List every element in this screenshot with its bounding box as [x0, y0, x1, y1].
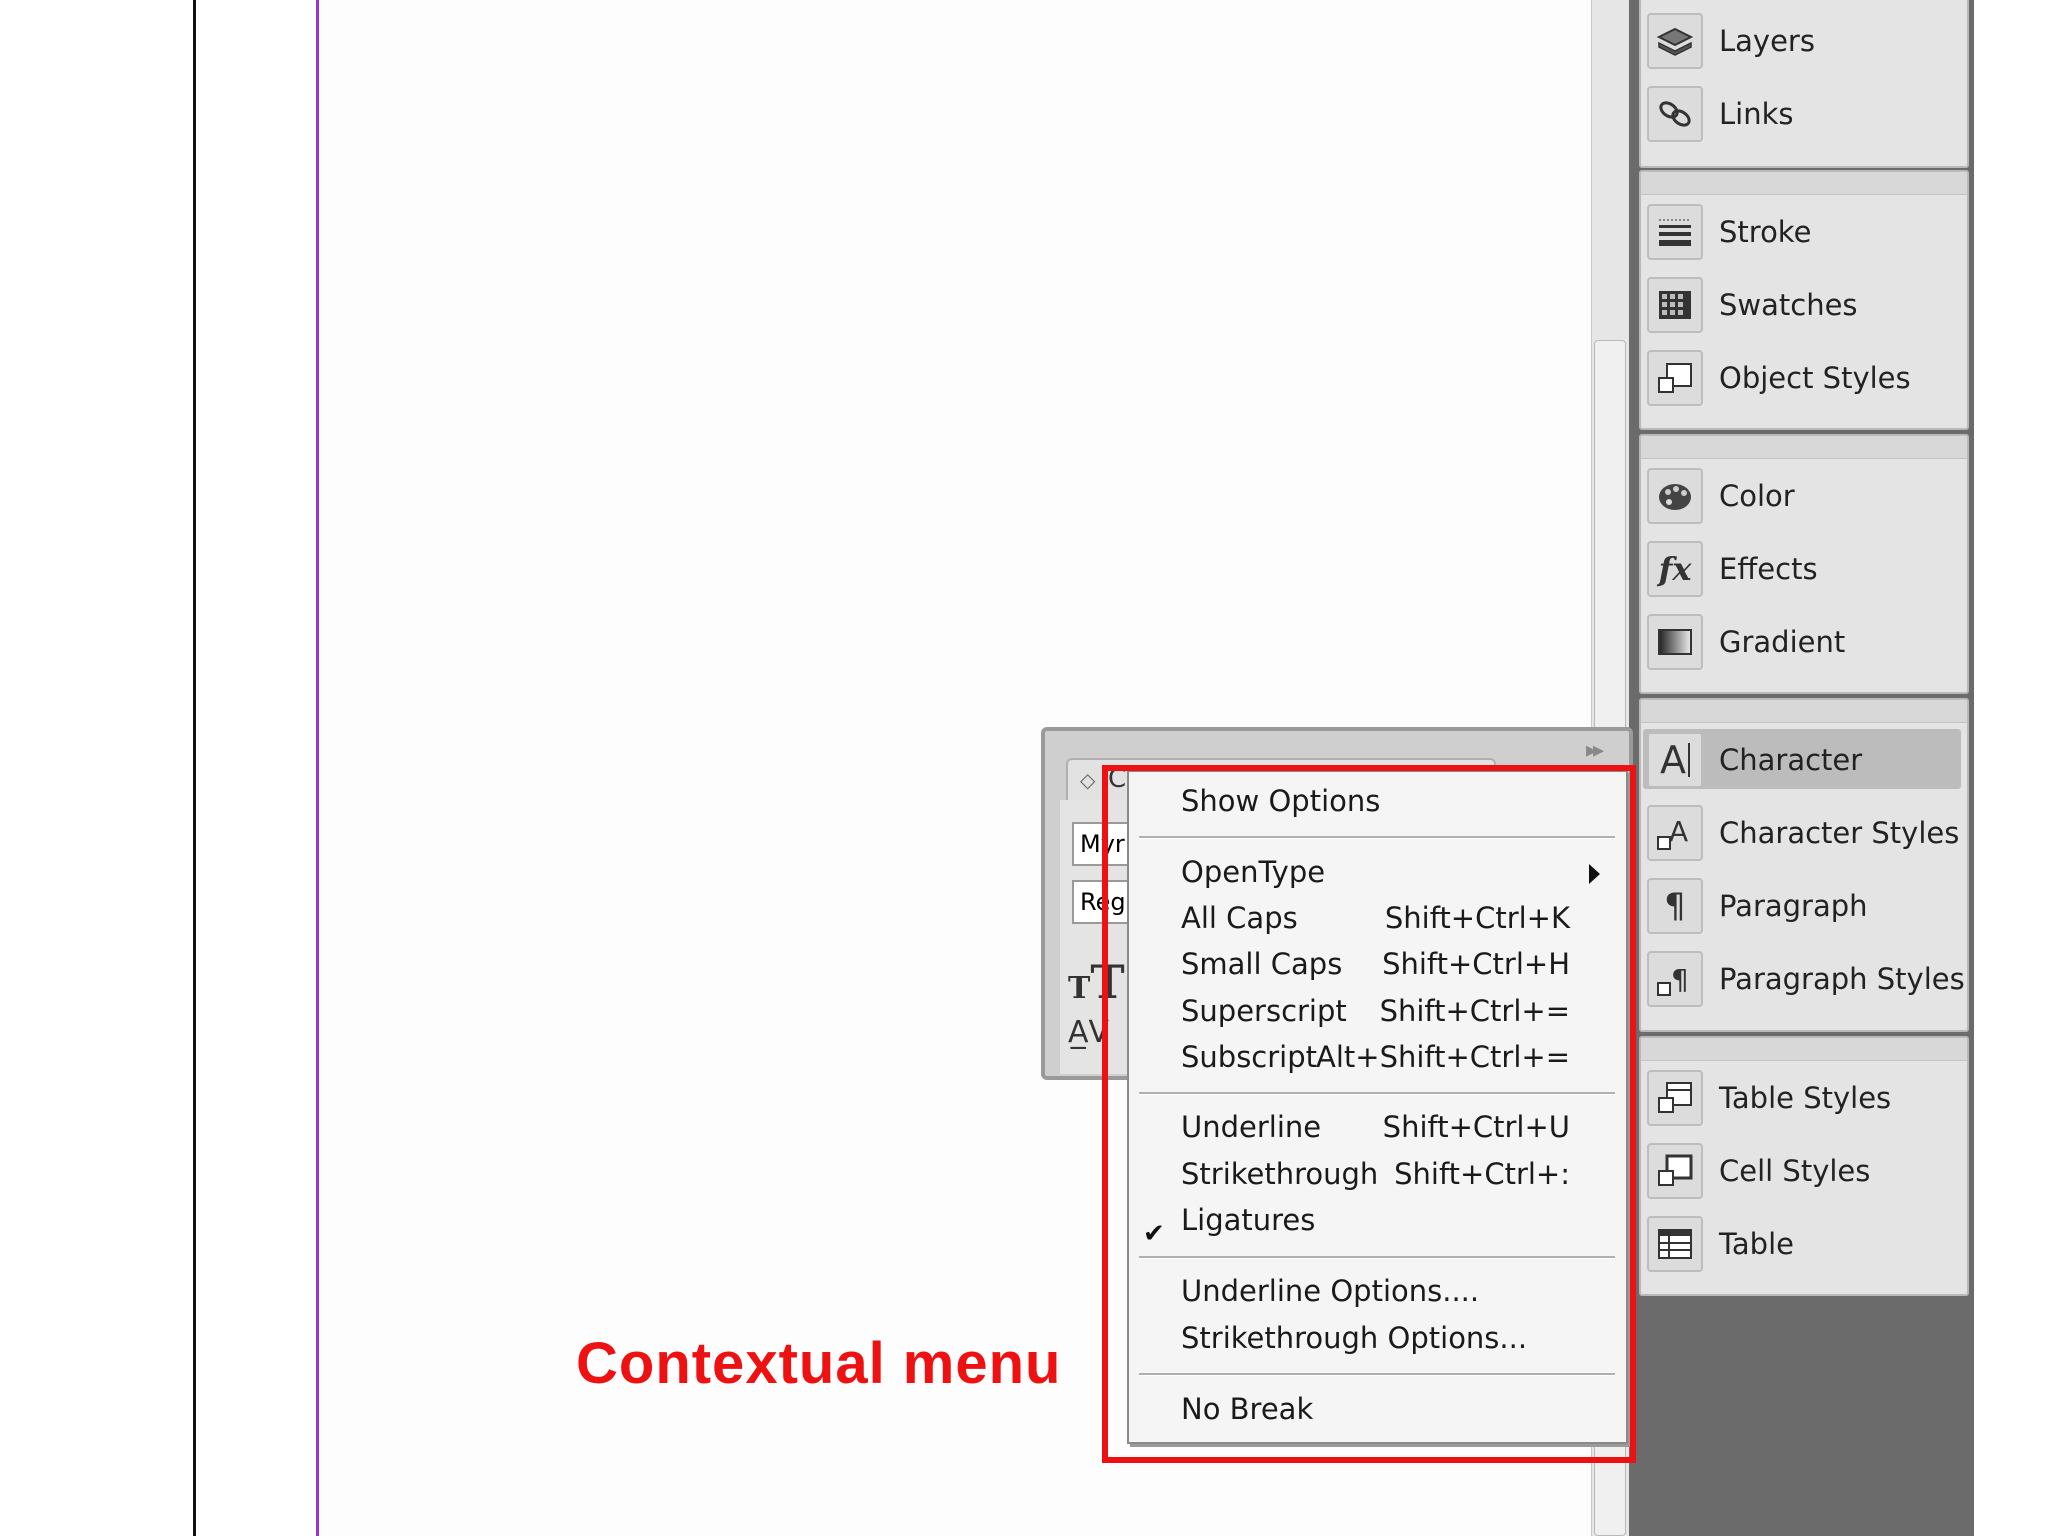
panel-label: Paragraph — [1719, 888, 1868, 923]
panel-item-layers[interactable]: Layers — [1641, 4, 1967, 77]
panel-item-stroke[interactable]: Stroke — [1641, 195, 1967, 268]
panel-label: Gradient — [1719, 624, 1846, 659]
panel-label: Effects — [1719, 551, 1818, 586]
panel-item-cell-styles[interactable]: Cell Styles — [1641, 1134, 1967, 1207]
panel-label: Table Styles — [1719, 1080, 1892, 1115]
table-icon — [1647, 1215, 1703, 1272]
dock-edge — [1974, 0, 2048, 1536]
object-styles-icon — [1647, 349, 1703, 406]
panel-item-character[interactable]: A Character — [1641, 723, 1967, 796]
panel-item-effects[interactable]: fx Effects — [1641, 532, 1967, 605]
panel-group-layers-links: Layers Links — [1639, 0, 1969, 168]
paragraph-styles-icon: ¶ — [1647, 950, 1703, 1007]
panel-group-header[interactable] — [1641, 700, 1967, 723]
panel-group-header[interactable] — [1641, 172, 1967, 195]
panel-group-stroke-swatches: Stroke Swatches Object Styles — [1639, 170, 1969, 430]
svg-text:A: A — [1669, 815, 1688, 848]
stroke-icon — [1647, 203, 1703, 260]
gradient-icon — [1647, 613, 1703, 670]
panel-label: Links — [1719, 96, 1794, 131]
panel-item-paragraph-styles[interactable]: ¶ Paragraph Styles — [1641, 942, 1967, 1015]
character-styles-icon: A — [1647, 804, 1703, 861]
panel-label: Character Styles — [1719, 815, 1960, 850]
panel-label: Layers — [1719, 23, 1815, 58]
fx-icon: fx — [1647, 540, 1703, 597]
swatches-icon — [1647, 276, 1703, 333]
pasteboard — [0, 0, 196, 1536]
panel-label: Swatches — [1719, 287, 1858, 322]
svg-text:¶: ¶ — [1671, 963, 1689, 996]
panel-item-paragraph[interactable]: ¶ Paragraph — [1641, 869, 1967, 942]
panel-group-header[interactable] — [1641, 1038, 1967, 1061]
panel-item-gradient[interactable]: Gradient — [1641, 605, 1967, 678]
panel-item-character-styles[interactable]: A Character Styles — [1641, 796, 1967, 869]
table-styles-icon — [1647, 1069, 1703, 1126]
paragraph-icon: ¶ — [1647, 877, 1703, 934]
annotation-highlight-box — [1102, 765, 1636, 1463]
panel-label: Cell Styles — [1719, 1153, 1871, 1188]
panel-label: Table — [1719, 1226, 1794, 1261]
panel-item-object-styles[interactable]: Object Styles — [1641, 341, 1967, 414]
color-palette-icon — [1647, 467, 1703, 524]
panel-label: Paragraph Styles — [1719, 961, 1965, 996]
panel-group-header[interactable] — [1641, 436, 1967, 459]
panel-label: Object Styles — [1719, 360, 1911, 395]
panel-label: Stroke — [1719, 214, 1812, 249]
panel-group-table: Table Styles Cell Styles Table — [1639, 1036, 1969, 1296]
cell-styles-icon — [1647, 1142, 1703, 1199]
panel-item-links[interactable]: Links — [1641, 77, 1967, 150]
panel-item-table[interactable]: Table — [1641, 1207, 1967, 1280]
links-icon — [1647, 85, 1703, 142]
collapse-panel-icon[interactable]: ▸▸ — [1586, 738, 1604, 763]
panel-item-swatches[interactable]: Swatches — [1641, 268, 1967, 341]
panel-item-color[interactable]: Color — [1641, 459, 1967, 532]
annotation-label: Contextual menu — [576, 1331, 1062, 1396]
tab-grip-icon: ◇ — [1080, 768, 1096, 792]
panel-group-color-effects: Color fx Effects Gradient — [1639, 434, 1969, 694]
character-icon: A — [1647, 731, 1703, 788]
panel-group-character-paragraph: A Character A Character Styles ¶ Paragra… — [1639, 698, 1969, 1032]
panel-label: Character — [1719, 742, 1863, 777]
panel-item-table-styles[interactable]: Table Styles — [1641, 1061, 1967, 1134]
layers-icon — [1647, 12, 1703, 69]
panel-label: Color — [1719, 478, 1795, 513]
